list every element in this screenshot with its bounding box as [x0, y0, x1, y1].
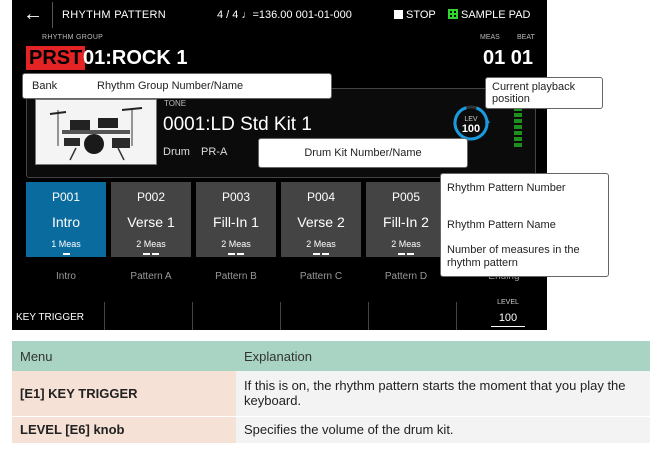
rhythm-group-label: RHYTHM GROUP [42, 34, 104, 41]
function-bar: KEY TRIGGER [12, 302, 547, 330]
variation-label: Intro [55, 271, 76, 282]
measure-bar [322, 253, 329, 255]
level-ring-icon: LEV 100 [453, 105, 490, 141]
callout-pattern-name: Rhythm Pattern Name [447, 219, 556, 231]
pattern-pad-p003[interactable]: P003 Fill-In 1 2 Meas [196, 182, 276, 257]
pattern-number: P001 [51, 190, 81, 204]
pattern-number: P002 [136, 190, 166, 204]
callout-rhythm-group: Rhythm Group Number/Name [97, 80, 244, 92]
level-e6-value[interactable]: 100 [488, 312, 528, 324]
variation-label: Pattern B [215, 271, 257, 282]
callout-drum-kit: Drum Kit Number/Name [258, 138, 468, 168]
screen-title: RHYTHM PATTERN [62, 9, 167, 21]
back-button[interactable]: ← [18, 2, 48, 28]
measure-bar [152, 253, 159, 255]
pattern-name: Fill-In 1 [213, 214, 259, 230]
bank-badge: PRST [26, 46, 86, 70]
tone-label: TONE [164, 99, 187, 108]
measure-bar [237, 253, 244, 255]
key-trigger-label: KEY TRIGGER [16, 312, 84, 323]
pattern-measures: 2 Meas [136, 239, 166, 249]
stop-indicator: STOP [394, 9, 436, 21]
top-bar: ← RHYTHM PATTERN 4 / 4 ♩=136.00 001-01-0… [12, 0, 547, 30]
variation-label: Pattern A [130, 271, 172, 282]
callout-bank-rg: Bank Rhythm Group Number/Name [22, 73, 332, 99]
pattern-measures: 2 Meas [391, 239, 421, 249]
measure-bars [111, 253, 191, 255]
table-row: LEVEL [E6] knob Specifies the volume of … [12, 416, 650, 444]
level-value: 100 [462, 123, 480, 135]
measure-bars [196, 253, 276, 255]
drum-kit-image [35, 99, 157, 165]
drum-kit-icon [36, 100, 156, 164]
menu-cell: LEVEL [E6] knob [12, 416, 236, 444]
callout-pattern-number: Rhythm Pattern Number [447, 182, 566, 194]
callout-playback-position: Current playback position [485, 77, 603, 109]
level-label: LEV [464, 116, 478, 123]
menu-table: Menu Explanation [E1] KEY TRIGGER If thi… [12, 341, 650, 444]
explanation-cell: If this is on, the rhythm pattern starts… [236, 371, 650, 417]
table-header-row: Menu Explanation [12, 341, 650, 371]
measure-bar [143, 253, 150, 255]
pattern-measures: 1 Meas [51, 239, 81, 249]
header-explanation: Explanation [236, 341, 650, 371]
sample-pad-label: SAMPLE PAD [461, 9, 531, 21]
level-knob[interactable]: LEV 100 [452, 104, 490, 142]
level-underline [491, 326, 525, 327]
pattern-measures: 2 Meas [221, 239, 251, 249]
pattern-name: Verse 1 [127, 214, 175, 230]
measure-bars [26, 253, 106, 255]
header-menu: Menu [12, 341, 236, 371]
measure-bar [228, 253, 235, 255]
pattern-number: P005 [391, 190, 421, 204]
measure-bar [407, 253, 414, 255]
key-trigger-button[interactable]: KEY TRIGGER [12, 302, 105, 330]
measure-bar [398, 253, 405, 255]
measure-bars [281, 253, 361, 255]
playback-position: 01 01 [483, 47, 534, 69]
stop-icon [394, 10, 403, 19]
drum-kit-category: Drum [163, 146, 190, 158]
function-slot-e2[interactable] [105, 302, 193, 330]
tempo-readout: 4 / 4 ♩=136.00 001-01-000 [217, 9, 352, 21]
drum-kit-bank: PR-A [201, 146, 228, 158]
pattern-pad-p002[interactable]: P002 Verse 1 2 Meas [111, 182, 191, 257]
table-row: [E1] KEY TRIGGER If this is on, the rhyt… [12, 371, 650, 417]
pattern-pad-p004[interactable]: P004 Verse 2 2 Meas [281, 182, 361, 257]
pattern-pad-p005[interactable]: P005 Fill-In 2 2 Meas [366, 182, 446, 257]
drum-kit-name: 0001:LD Std Kit 1 [163, 114, 312, 135]
measure-bars [366, 253, 446, 255]
beat-label: BEAT [517, 34, 535, 41]
menu-cell: [E1] KEY TRIGGER [12, 371, 236, 417]
callout-pattern-info: Rhythm Pattern Number Rhythm Pattern Nam… [440, 173, 609, 277]
variation-label: Pattern C [299, 271, 343, 282]
divider [52, 2, 53, 28]
pattern-measures: 2 Meas [306, 239, 336, 249]
pattern-number: P004 [306, 190, 336, 204]
level-e6-label: LEVEL [497, 299, 519, 306]
measure-bar [313, 253, 320, 255]
function-slot-e5[interactable] [369, 302, 457, 330]
pattern-name: Intro [51, 214, 80, 230]
grid-icon [448, 9, 458, 19]
pattern-name: Fill-In 2 [383, 214, 429, 230]
function-slot-e3[interactable] [193, 302, 281, 330]
meas-label: MEAS [480, 34, 500, 41]
pattern-name: Verse 2 [297, 214, 345, 230]
measure-bar [62, 253, 70, 255]
pattern-pad-p001[interactable]: P001 Intro 1 Meas [26, 182, 106, 257]
callout-bank: Bank [32, 80, 58, 92]
pattern-number: P003 [221, 190, 251, 204]
explanation-cell: Specifies the volume of the drum kit. [236, 416, 650, 444]
left-arrow-icon: ← [23, 3, 43, 25]
rhythm-group-name[interactable]: 01:ROCK 1 [83, 46, 187, 70]
variation-label: Pattern D [384, 271, 428, 282]
stop-label: STOP [406, 9, 436, 21]
callout-measures: Number of measures in the rhythm pattern [447, 244, 580, 269]
function-slot-e4[interactable] [281, 302, 369, 330]
sample-pad-button[interactable]: SAMPLE PAD [448, 9, 531, 21]
